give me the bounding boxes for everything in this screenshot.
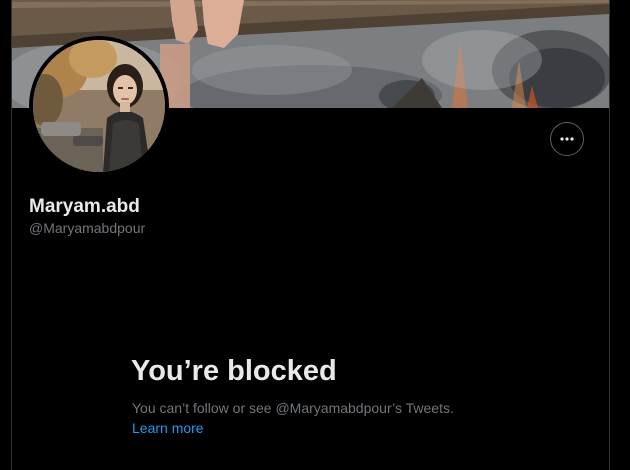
avatar-photo [33,40,165,172]
display-name: Maryam.abd [29,196,140,217]
learn-more-link[interactable]: Learn more [132,419,204,437]
user-handle: @Maryamabdpour [29,220,146,236]
more-options-button[interactable] [550,122,584,156]
page: Maryam.abd @Maryamabdpour You’re blocked… [0,0,630,470]
blocked-message: You can’t follow or see @Maryamabdpour’s… [132,400,454,416]
blocked-title: You’re blocked [131,355,337,387]
more-horizontal-icon [560,137,574,141]
avatar[interactable] [33,40,165,172]
profile-column: Maryam.abd @Maryamabdpour You’re blocked… [11,0,610,470]
